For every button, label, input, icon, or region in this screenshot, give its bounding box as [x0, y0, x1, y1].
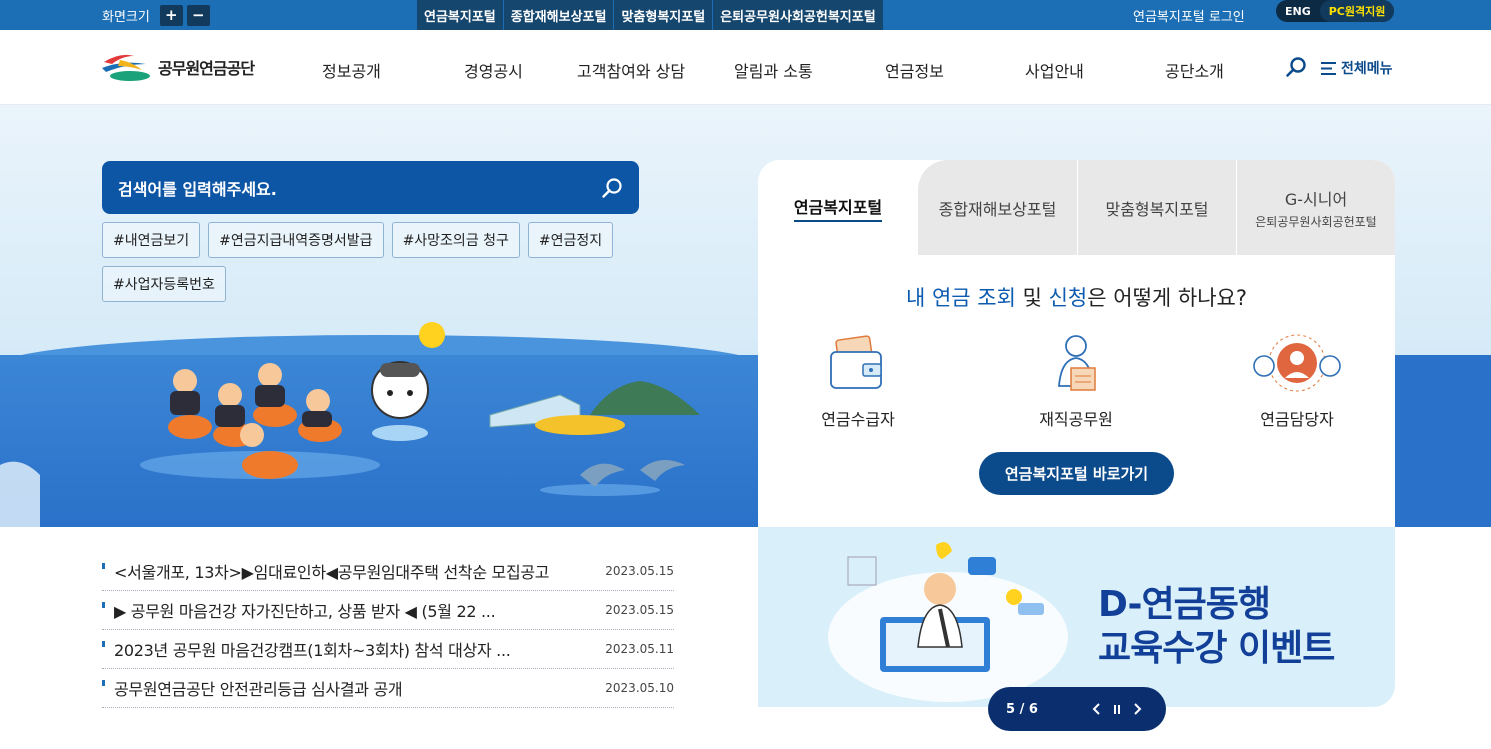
search-input[interactable]: 검색어를 입력해주세요.	[118, 176, 601, 200]
role-pensioner[interactable]: 연금수급자	[793, 328, 923, 430]
role-employee[interactable]: 재직공무원	[1011, 328, 1141, 430]
news-date: 2023.05.15	[605, 564, 674, 578]
search-icon[interactable]	[601, 177, 623, 199]
nav-item-about[interactable]: 공단소개	[1165, 58, 1224, 82]
portal-links: 연금복지포털 종합재해보상포털 맞춤형복지포털 은퇴공무원사회공헌복지포털	[417, 0, 884, 30]
banner-title-line2: 교육수강 이벤트	[1098, 628, 1335, 669]
util-badges: ENG PC원격지원	[1276, 0, 1395, 22]
tab-disaster-portal[interactable]: 종합재해보상포털	[918, 160, 1077, 255]
role-label: 연금수급자	[821, 410, 895, 429]
popular-tags: #내연금보기 #연금지급내역증명서발급 #사망조의금 청구 #연금정지 #사업자…	[102, 222, 632, 302]
portal-link-welfare[interactable]: 맞춤형복지포털	[614, 0, 714, 30]
panel-question: 내 연금 조회 및 신청은 어떻게 하나요?	[758, 282, 1395, 312]
sea-right	[1395, 355, 1491, 527]
all-menu-button[interactable]: 전체메뉴	[1321, 58, 1393, 78]
manager-icon	[1253, 334, 1341, 392]
tab-sublabel: 은퇴공무원사회공헌포털	[1255, 214, 1377, 229]
logo-icon	[102, 54, 150, 81]
news-date: 2023.05.11	[605, 642, 674, 656]
login-link[interactable]: 연금복지포털 로그인	[1133, 0, 1245, 30]
news-item[interactable]: ▶ 공무원 마음건강 자가진단하고, 상품 받자 ◀ (5월 22 ... 20…	[102, 591, 674, 630]
search-icon[interactable]	[1285, 56, 1307, 78]
role-label: 연금담당자	[1260, 410, 1334, 429]
nav-item-news[interactable]: 알림과 소통	[734, 58, 813, 82]
news-title[interactable]: <서울개포, 13차>▶임대료인하◀공무원임대주택 선착순 모집공고	[102, 559, 602, 583]
tag-condolence-claim[interactable]: #사망조의금 청구	[391, 222, 520, 258]
bullet	[102, 602, 105, 608]
wallet-icon	[830, 335, 882, 389]
font-increase-button[interactable]: +	[159, 4, 183, 26]
site-logo[interactable]: 공무원연금공단	[102, 52, 255, 82]
banner-controls: 5 / 6	[988, 687, 1166, 731]
news-title[interactable]: 2023년 공무원 마음건강캠프(1회차~3회차) 참석 대상자 ...	[102, 637, 602, 661]
question-part-2: 및	[1015, 286, 1049, 310]
tab-label: 맞춤형복지포털	[1105, 199, 1209, 219]
bullet	[102, 680, 105, 686]
pc-remote-support-button[interactable]: PC원격지원	[1319, 0, 1395, 22]
event-banner[interactable]: D-연금동행 교육수강 이벤트	[758, 527, 1395, 707]
nav-item-management[interactable]: 경영공시	[464, 58, 523, 82]
employee-icon	[1058, 335, 1096, 391]
nav-item-business[interactable]: 사업안내	[1025, 58, 1084, 82]
tag-pension-stop[interactable]: #연금정지	[527, 222, 614, 258]
news-date: 2023.05.10	[605, 681, 674, 695]
pause-icon[interactable]	[1110, 702, 1124, 716]
tab-welfare-portal[interactable]: 맞춤형복지포털	[1078, 160, 1236, 255]
news-item[interactable]: 2023년 공무원 마음건강캠프(1회차~3회차) 참석 대상자 ... 202…	[102, 630, 674, 669]
banner-pagination: 5 / 6	[1006, 701, 1038, 717]
banner-illustration	[828, 542, 1068, 702]
all-menu-label: 전체메뉴	[1341, 61, 1393, 77]
role-manager[interactable]: 연금담당자	[1232, 328, 1362, 430]
tab-label: G-시니어	[1284, 189, 1348, 209]
news-title[interactable]: ▶ 공무원 마음건강 자가진단하고, 상품 받자 ◀ (5월 22 ...	[102, 598, 602, 622]
news-item[interactable]: 공무원연금공단 안전관리등급 심사결과 공개 2023.05.10	[102, 669, 674, 708]
bullet	[102, 563, 105, 569]
tab-g-senior[interactable]: G-시니어 은퇴공무원사회공헌포털	[1237, 160, 1395, 255]
question-part-4: 은 어떻게 하나요?	[1087, 286, 1247, 310]
news-date: 2023.05.15	[605, 603, 674, 617]
news-item[interactable]: <서울개포, 13차>▶임대료인하◀공무원임대주택 선착순 모집공고 2023.…	[102, 552, 674, 591]
tab-label: 종합재해보상포털	[938, 199, 1057, 219]
haenyeo-illustration	[0, 322, 700, 527]
eng-button[interactable]: ENG	[1276, 0, 1320, 22]
portal-link-retired[interactable]: 은퇴공무원사회공헌복지포털	[713, 0, 884, 30]
go-pension-portal-button[interactable]: 연금복지포털 바로가기	[979, 452, 1174, 495]
logo-text: 공무원연금공단	[158, 59, 255, 78]
search-bar[interactable]: 검색어를 입력해주세요.	[102, 161, 639, 214]
font-size-label: 화면크기	[102, 9, 150, 25]
site-header: 공무원연금공단 정보공개 경영공시 고객참여와 상담 알림과 소통 연금정보 사…	[0, 30, 1491, 105]
tag-business-number[interactable]: #사업자등록번호	[102, 266, 226, 302]
menu-icon	[1321, 61, 1336, 75]
portal-link-pension[interactable]: 연금복지포털	[417, 0, 504, 30]
tag-my-pension[interactable]: #내연금보기	[102, 222, 201, 258]
tab-label: 연금복지포털	[793, 194, 883, 222]
tab-pension-portal[interactable]: 연금복지포털	[758, 160, 918, 255]
question-part-3: 신청	[1048, 286, 1088, 310]
font-decrease-button[interactable]: −	[186, 4, 210, 26]
utility-bar: 화면크기 + − 연금복지포털 종합재해보상포털 맞춤형복지포털 은퇴공무원사회…	[0, 0, 1491, 30]
nav-item-customer[interactable]: 고객참여와 상담	[577, 58, 685, 82]
news-title[interactable]: 공무원연금공단 안전관리등급 심사결과 공개	[102, 676, 602, 700]
bullet	[102, 641, 105, 647]
portal-panel: 연금복지포털 종합재해보상포털 맞춤형복지포털 G-시니어 은퇴공무원사회공헌포…	[758, 160, 1395, 527]
question-part-1: 내 연금 조회	[905, 286, 1016, 310]
nav-item-pension[interactable]: 연금정보	[885, 58, 944, 82]
chevron-right-icon[interactable]	[1130, 702, 1144, 716]
portal-link-disaster[interactable]: 종합재해보상포털	[503, 0, 615, 30]
portal-tabs: 연금복지포털 종합재해보상포털 맞춤형복지포털 G-시니어 은퇴공무원사회공헌포…	[758, 160, 1395, 255]
news-list: <서울개포, 13차>▶임대료인하◀공무원임대주택 선착순 모집공고 2023.…	[102, 552, 674, 708]
chevron-left-icon[interactable]	[1090, 702, 1104, 716]
nav-item-info[interactable]: 정보공개	[322, 58, 381, 82]
tag-payment-certificate[interactable]: #연금지급내역증명서발급	[208, 222, 384, 258]
font-size-control: 화면크기 + −	[102, 0, 210, 30]
role-label: 재직공무원	[1039, 410, 1113, 429]
